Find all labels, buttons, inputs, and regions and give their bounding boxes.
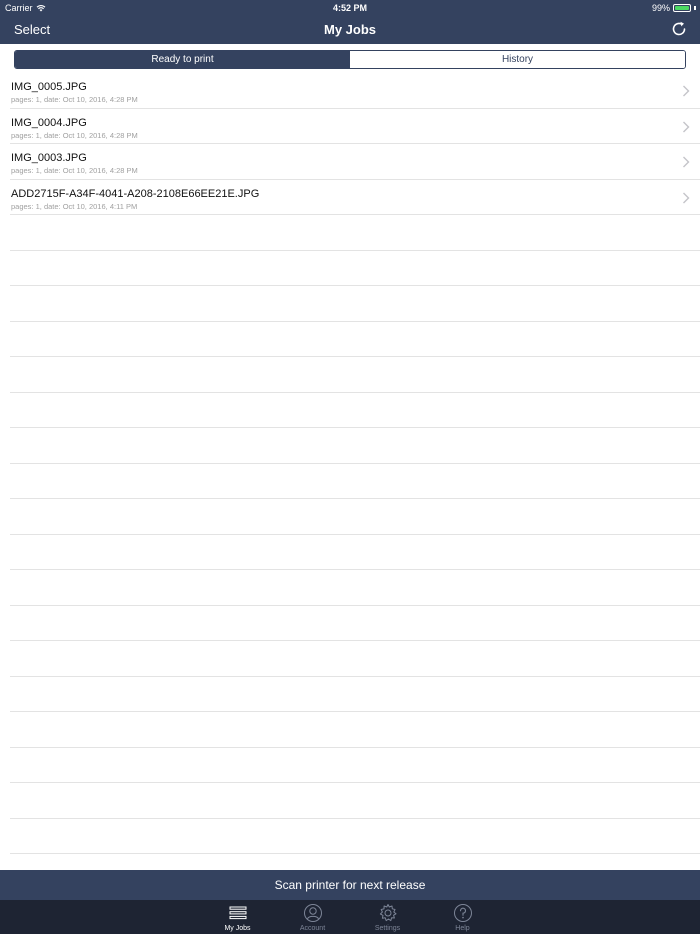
- status-time: 4:52 PM: [332, 3, 367, 13]
- refresh-icon[interactable]: [670, 20, 688, 38]
- job-meta: pages: 1, date: Oct 10, 2016, 4:28 PM: [11, 130, 138, 140]
- tab-label: Settings: [374, 925, 401, 932]
- list-divider: [10, 499, 700, 535]
- top-bar: Carrier 4:52 PM 99% Select My Jobs: [0, 0, 700, 44]
- job-row[interactable]: ADD2715F-A34F-4041-A208-2108E66EE21E.JPG…: [10, 180, 700, 215]
- battery-indicator: 99%: [652, 3, 696, 13]
- job-meta: pages: 1, date: Oct 10, 2016, 4:28 PM: [11, 166, 138, 175]
- tab-settings[interactable]: Settings: [350, 900, 425, 934]
- chevron-right-icon: [683, 121, 690, 132]
- list-divider: [10, 570, 700, 606]
- empty-list-area: [10, 215, 700, 855]
- job-row[interactable]: IMG_0003.JPG pages: 1, date: Oct 10, 201…: [10, 144, 700, 180]
- tab-label: Help: [455, 925, 470, 932]
- battery-icon: [673, 4, 691, 12]
- list-divider: [10, 535, 700, 570]
- tab-history[interactable]: History: [350, 51, 685, 68]
- tab-account[interactable]: Account: [275, 900, 350, 934]
- chevron-right-icon: [683, 192, 690, 203]
- list-divider: [10, 393, 700, 428]
- job-meta: pages: 1, date: Oct 10, 2016, 4:28 PM: [11, 95, 138, 104]
- list-divider: [10, 748, 700, 783]
- scan-printer-button[interactable]: Scan printer for next release: [0, 870, 700, 900]
- person-icon: [303, 904, 322, 922]
- list-divider: [10, 428, 700, 464]
- battery-percent: 99%: [651, 3, 670, 13]
- list-divider: [10, 677, 700, 712]
- battery-fill: [675, 6, 689, 10]
- list-divider: [10, 357, 700, 393]
- list-divider: [10, 606, 700, 641]
- job-name: ADD2715F-A34F-4041-A208-2108E66EE21E.JPG: [11, 187, 260, 200]
- job-name: IMG_0004.JPG: [11, 116, 87, 129]
- page-title: My Jobs: [323, 22, 376, 37]
- chevron-right-icon: [683, 156, 690, 168]
- tab-label: Account: [299, 925, 326, 932]
- list-divider: [10, 215, 700, 251]
- tab-my-jobs[interactable]: My Jobs: [200, 900, 275, 934]
- list-divider: [10, 286, 700, 322]
- tab-bar: My Jobs Account Settings Help: [0, 900, 700, 934]
- navigation-bar: Select My Jobs: [0, 14, 700, 44]
- list-divider: [10, 819, 700, 854]
- job-list: IMG_0005.JPG pages: 1, date: Oct 10, 201…: [0, 73, 700, 215]
- list-divider: [10, 783, 700, 819]
- job-name: IMG_0005.JPG: [11, 81, 87, 93]
- list-divider: [10, 641, 700, 677]
- tab-label: My Jobs: [224, 925, 251, 932]
- list-divider: [10, 464, 700, 499]
- list-divider: [10, 251, 700, 286]
- battery-tip: [694, 6, 696, 10]
- job-row[interactable]: IMG_0004.JPG pages: 1, date: Oct 10, 201…: [10, 109, 700, 144]
- list-divider: [10, 322, 700, 357]
- list-divider: [10, 712, 700, 748]
- job-filter-segmented-control: Ready to print History: [14, 50, 686, 69]
- list-icon: [229, 906, 246, 920]
- tab-ready-to-print[interactable]: Ready to print: [15, 51, 350, 68]
- tab-help[interactable]: Help: [425, 900, 500, 934]
- job-name: IMG_0003.JPG: [11, 152, 87, 164]
- status-bar: Carrier 4:52 PM 99%: [0, 0, 700, 14]
- help-icon: [453, 904, 472, 922]
- chevron-right-icon: [683, 85, 690, 97]
- gear-icon: [379, 904, 396, 922]
- job-meta: pages: 1, date: Oct 10, 2016, 4:11 PM: [11, 201, 138, 211]
- job-row[interactable]: IMG_0005.JPG pages: 1, date: Oct 10, 201…: [10, 73, 700, 109]
